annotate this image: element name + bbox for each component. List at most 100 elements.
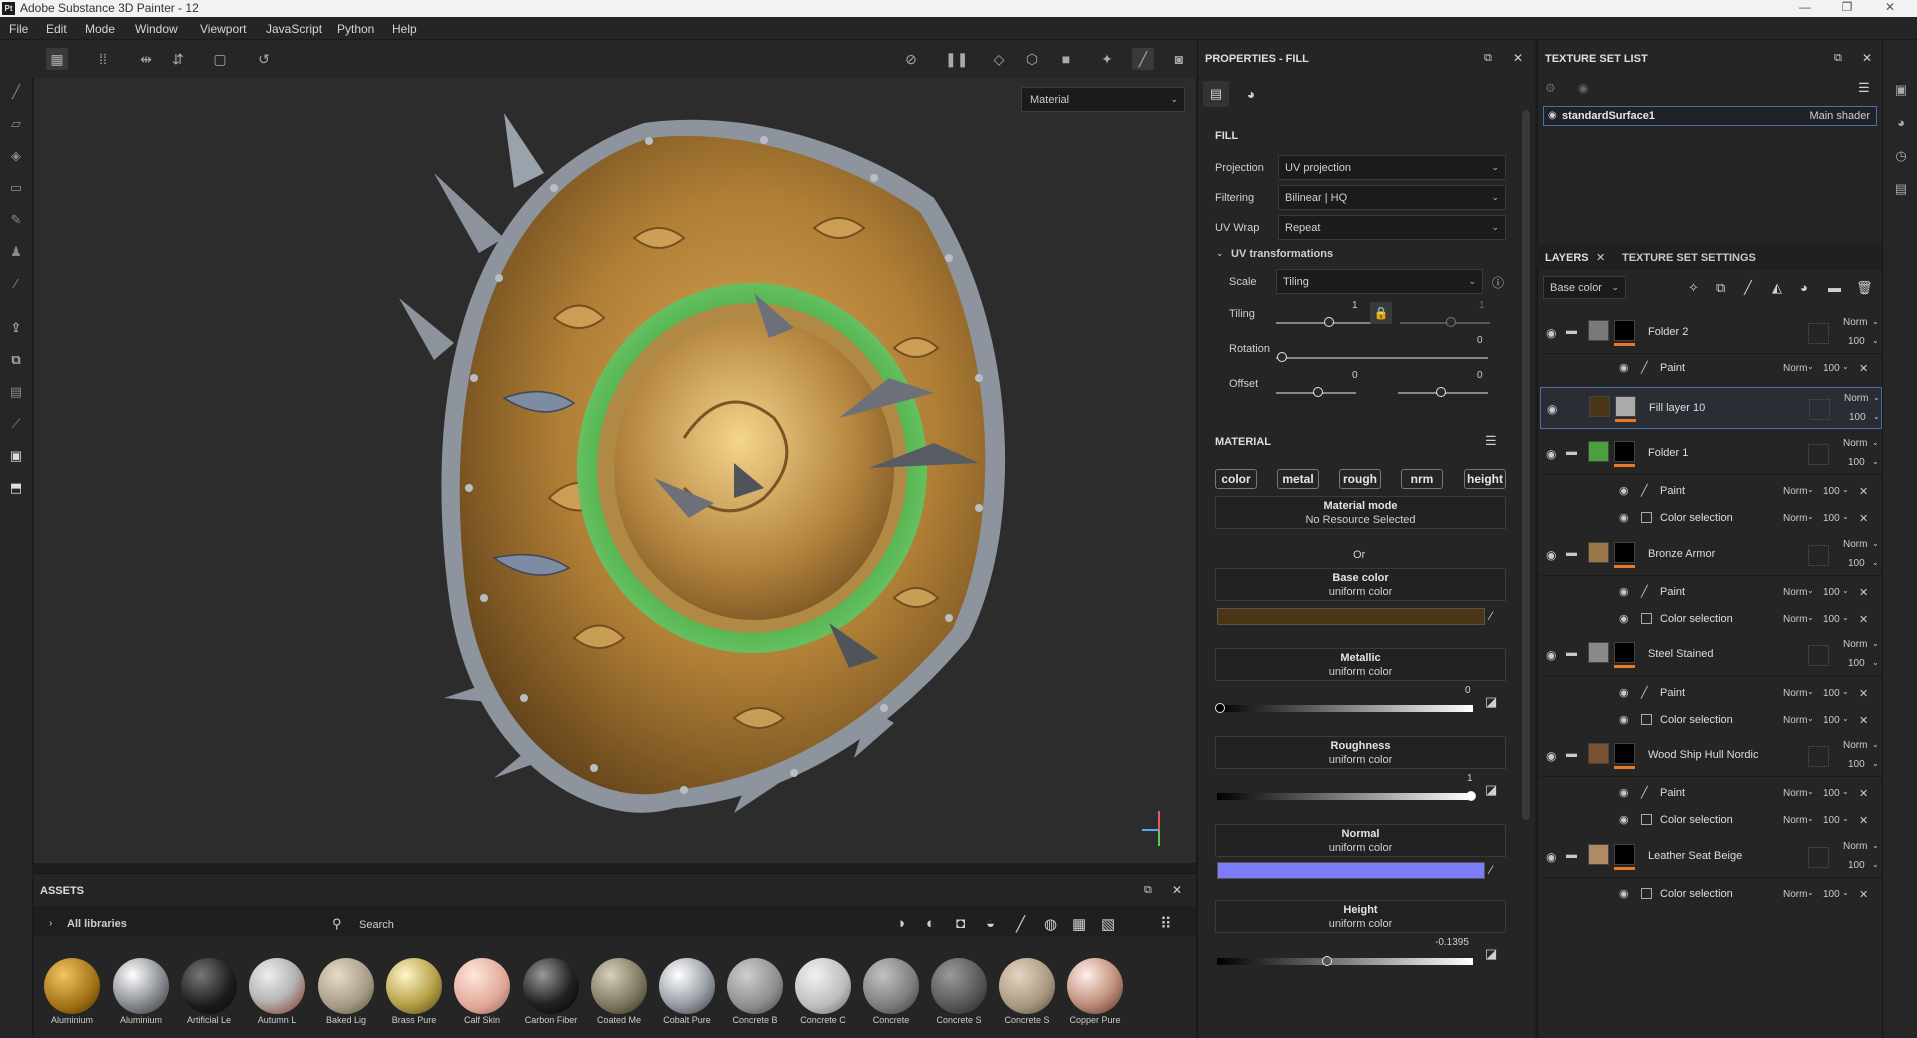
remove-icon[interactable]: ✕	[1859, 485, 1868, 498]
chevron-down-icon[interactable]: ⌄	[1807, 485, 1814, 494]
chevron-down-icon[interactable]: ⌄	[1842, 714, 1849, 723]
menu-javascript[interactable]: JavaScript	[266, 22, 322, 36]
blend-mode[interactable]: Norm	[1783, 788, 1807, 799]
effect-row[interactable]: ◉ ╱ Paint Norm ⌄ 100 ⌄ ✕	[1540, 679, 1882, 706]
asset-thumb[interactable]	[795, 958, 851, 1014]
view-2d-icon[interactable]: ◇	[988, 48, 1010, 70]
effect-opacity[interactable]: 100	[1823, 889, 1840, 900]
symmetry-y-icon[interactable]: ⇵	[167, 48, 189, 70]
texture-slot-icon[interactable]: ◪	[1485, 782, 1497, 798]
chip-nrm[interactable]: nrm	[1401, 469, 1443, 489]
effect-name[interactable]: Paint	[1660, 687, 1685, 699]
eye-icon[interactable]: ◉	[1619, 612, 1629, 625]
checkbox[interactable]	[1641, 714, 1652, 725]
folder-icon[interactable]: ▬	[1566, 647, 1577, 659]
chevron-down-icon[interactable]: ⌄	[1872, 317, 1879, 326]
effect-name[interactable]: Color selection	[1660, 814, 1733, 826]
bake-icon[interactable]: ✦	[1096, 48, 1118, 70]
blend-mode[interactable]: Norm	[1843, 841, 1867, 852]
projection-select[interactable]: UV projection ⌄	[1278, 155, 1506, 180]
filter-masks-icon[interactable]: ◘	[956, 915, 965, 932]
blend-mode[interactable]: Norm	[1783, 889, 1807, 900]
history-icon[interactable]: ↺	[253, 48, 275, 70]
hide-ui-icon[interactable]: ⊘	[900, 48, 922, 70]
folder-icon[interactable]: ▬	[1566, 446, 1577, 458]
asset-thumb[interactable]	[523, 958, 579, 1014]
filtering-select[interactable]: Bilinear | HQ ⌄	[1278, 185, 1506, 210]
layer-name[interactable]: Folder 1	[1648, 447, 1688, 459]
eraser-icon[interactable]: ▱	[6, 114, 26, 134]
base-color-box[interactable]: Base color uniform color	[1215, 568, 1506, 601]
effect-name[interactable]: Color selection	[1660, 512, 1733, 524]
eye-icon[interactable]: ◉	[1619, 887, 1629, 900]
chevron-down-icon[interactable]: ⌄	[1842, 362, 1849, 371]
chevron-down-icon[interactable]: ⌄	[1872, 759, 1879, 768]
uv-icon[interactable]: ⟋	[6, 414, 26, 434]
rotation-knob[interactable]	[1277, 352, 1287, 362]
paint-brush-icon[interactable]: ╱	[6, 82, 26, 102]
layer-opacity[interactable]: 100	[1848, 457, 1865, 468]
asset-thumb[interactable]	[454, 958, 510, 1014]
add-mask-icon[interactable]: ⧉	[1716, 280, 1725, 296]
layer-row[interactable]: ◉ ▬ Folder 2 Norm ⌄ 100 ⌄	[1540, 312, 1882, 354]
effect-name[interactable]: Paint	[1660, 586, 1685, 598]
layer-name[interactable]: Wood Ship Hull Nordic	[1648, 749, 1758, 761]
effect-row[interactable]: ◉ Color selection Norm ⌄ 100 ⌄ ✕	[1540, 706, 1882, 733]
material-mode-box[interactable]: Material mode No Resource Selected	[1215, 496, 1506, 529]
effect-name[interactable]: Paint	[1660, 362, 1685, 374]
filter-brushes-icon[interactable]: ╱	[1016, 915, 1025, 933]
smudge-icon[interactable]: ✎	[6, 210, 26, 230]
effect-name[interactable]: Color selection	[1660, 888, 1733, 900]
eye-icon[interactable]: ◉	[1578, 81, 1588, 95]
metallic-box[interactable]: Metallic uniform color	[1215, 648, 1506, 681]
folder-icon[interactable]: ▬	[1566, 547, 1577, 559]
eye-icon[interactable]: ◉	[1619, 713, 1629, 726]
menu-viewport[interactable]: Viewport	[200, 22, 246, 36]
remove-icon[interactable]: ✕	[1859, 787, 1868, 800]
chevron-down-icon[interactable]: ⌄	[1807, 888, 1814, 897]
menu-python[interactable]: Python	[337, 22, 374, 36]
layer-name[interactable]: Fill layer 10	[1649, 402, 1705, 414]
chevron-down-icon[interactable]: ⌄	[1872, 457, 1879, 466]
asset-thumb[interactable]	[659, 958, 715, 1014]
checkbox[interactable]	[1641, 613, 1652, 624]
effect-row[interactable]: ◉ Color selection Norm ⌄ 100 ⌄ ✕	[1540, 504, 1882, 531]
view-3d-icon[interactable]: ⬡	[1021, 48, 1043, 70]
menu-icon[interactable]: ☰	[1858, 80, 1870, 96]
tab-layers[interactable]: LAYERS	[1545, 252, 1589, 264]
filter-environments-icon[interactable]: ▧	[1101, 915, 1115, 933]
normal-box[interactable]: Normal uniform color	[1215, 824, 1506, 857]
eye-icon[interactable]: ◉	[1619, 786, 1629, 799]
menu-window[interactable]: Window	[135, 22, 178, 36]
effect-opacity[interactable]: 100	[1823, 486, 1840, 497]
height-box[interactable]: Height uniform color	[1215, 900, 1506, 933]
texture-icon[interactable]: ⧉	[6, 350, 26, 370]
asset-thumb[interactable]	[1067, 958, 1123, 1014]
info-icon[interactable]: ⓘ	[1492, 274, 1504, 291]
eyedropper-icon[interactable]: ⁄	[1490, 863, 1492, 877]
add-smart-material-icon[interactable]: ◕	[1800, 280, 1808, 295]
blend-mode[interactable]: Norm	[1843, 317, 1867, 328]
folder-icon[interactable]: ▬	[1566, 748, 1577, 760]
all-libraries-label[interactable]: All libraries	[67, 918, 127, 930]
comment-icon[interactable]: ▣	[1893, 82, 1909, 98]
chevron-down-icon[interactable]: ⌄	[1807, 512, 1814, 521]
chevron-down-icon[interactable]: ⌄	[1807, 787, 1814, 796]
asset-thumb[interactable]	[386, 958, 442, 1014]
chip-height[interactable]: height	[1464, 469, 1506, 489]
offset-knob-a[interactable]	[1313, 387, 1323, 397]
polygon-fill-icon[interactable]: ▭	[6, 178, 26, 198]
effect-opacity[interactable]: 100	[1823, 815, 1840, 826]
filter-particles-icon[interactable]: ◍	[1044, 915, 1057, 933]
layer-opacity[interactable]: 100	[1848, 336, 1865, 347]
effect-opacity[interactable]: 100	[1823, 715, 1840, 726]
chevron-down-icon[interactable]: ⌄	[1873, 412, 1880, 421]
height-knob[interactable]	[1322, 956, 1332, 966]
chevron-down-icon[interactable]: ⌄	[1872, 558, 1879, 567]
effect-row[interactable]: ◉ ╱ Paint Norm ⌄ 100 ⌄ ✕	[1540, 354, 1882, 381]
chevron-down-icon[interactable]: ⌄	[1872, 639, 1879, 648]
base-color-swatch[interactable]	[1217, 608, 1485, 625]
blend-mode[interactable]: Norm	[1783, 486, 1807, 497]
shader-settings-icon[interactable]: ◕	[1893, 115, 1909, 131]
undock-icon[interactable]: ⧉	[1834, 52, 1842, 65]
